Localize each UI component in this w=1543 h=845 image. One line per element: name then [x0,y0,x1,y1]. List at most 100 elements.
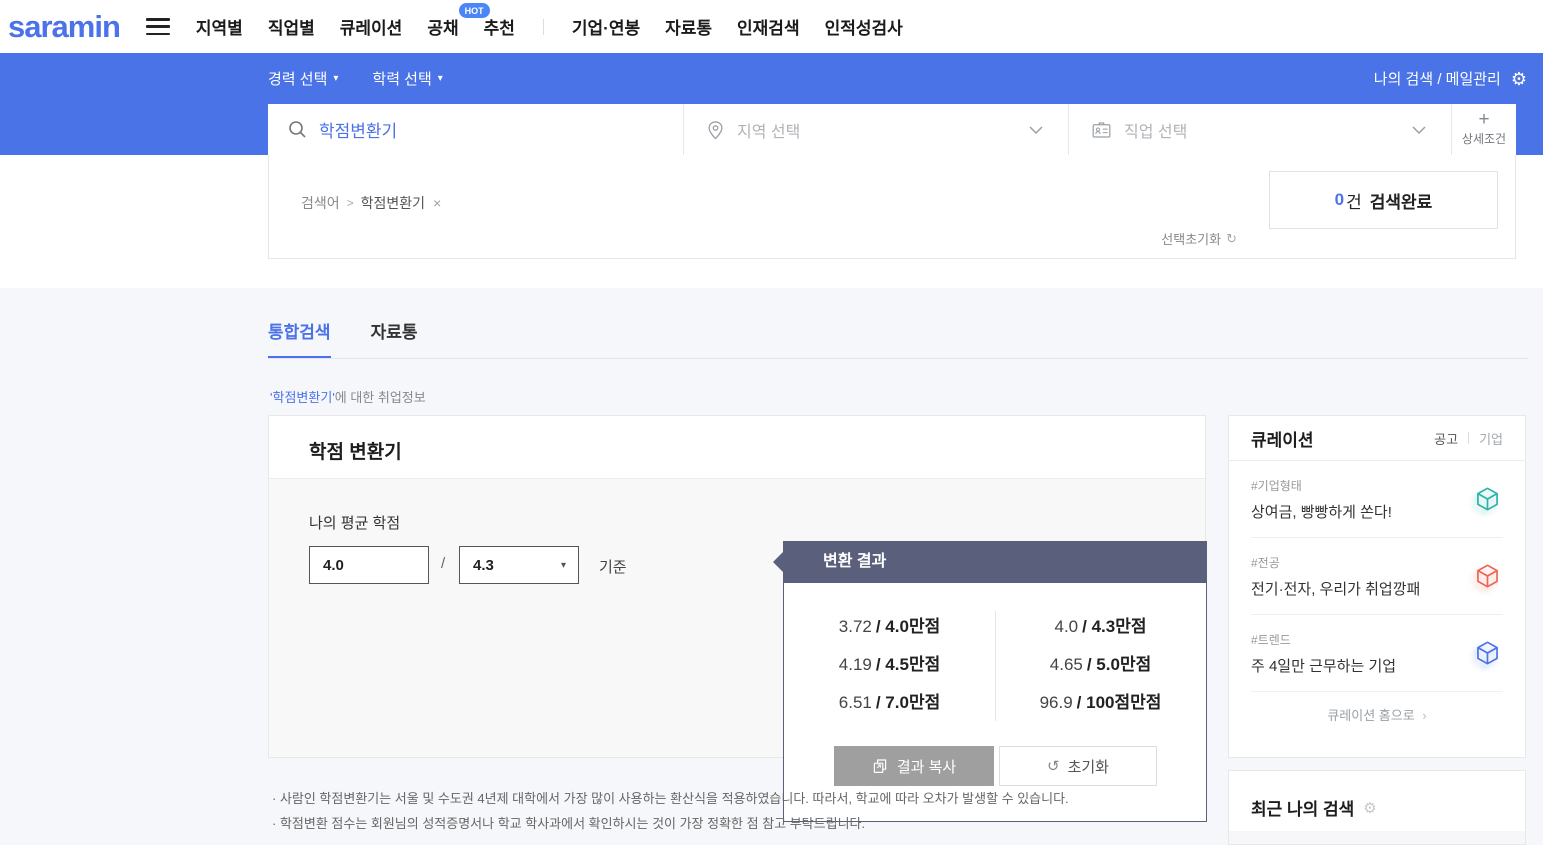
breadcrumb-term: 학점변환기 [361,193,425,213]
nav-item-recommend[interactable]: 추천 [484,14,515,39]
remove-term-icon[interactable]: × [433,195,441,211]
region-select[interactable]: 지역 선택 [683,104,1068,155]
search-term-breadcrumb: 검색어 > 학점변환기 × [301,193,441,213]
curation-filter-divider [1468,432,1469,444]
search-icon [288,120,307,139]
converter-footnotes: · 사람인 학점변환기는 서울 및 수도권 4년제 대학에서 가장 많이 사용하… [272,786,1172,836]
curation-item-major[interactable]: #전공 전기·전자, 우리가 취업깡패 [1251,538,1503,615]
gpa-slash: / [441,555,445,572]
nav-item-openings-label: 공채 [427,19,458,38]
chevron-down-icon [1411,125,1427,135]
curation-card: 큐레이션 공고 기업 #기업형태 상여금, 빵빵하게 쏜다! # [1228,415,1526,758]
top-navigation: saramin 지역별 직업별 큐레이션 공채 HOT 추천 기업·연봉 자료통… [0,0,1543,53]
curation-item-title: 주 4일만 근무하는 기업 [1251,655,1503,676]
id-badge-icon [1091,120,1112,140]
keyword-search-field[interactable] [268,104,683,155]
result-count-unit: 건 [1346,188,1362,213]
job-select[interactable]: 직업 선택 [1068,104,1451,155]
page: saramin 지역별 직업별 큐레이션 공채 HOT 추천 기업·연봉 자료통… [0,0,1543,845]
gear-icon[interactable]: ⚙ [1363,799,1376,817]
job-placeholder: 직업 선택 [1124,118,1187,142]
nav-item-company-salary[interactable]: 기업·연봉 [572,14,640,39]
education-select-dropdown[interactable]: 학력 선택 ▾ [372,68,442,89]
gpa-scale-value: 4.3 [473,557,494,574]
curation-item-title: 전기·전자, 우리가 취업깡패 [1251,578,1503,599]
cube-icon [1474,486,1501,513]
gpa-converter-card: 학점 변환기 나의 평균 학점 / 4.3 ▾ 기준 변환 결과 3.72/ 4… [268,415,1206,758]
result-value: 3.72 [839,617,872,636]
nav-item-job[interactable]: 직업별 [268,14,315,39]
breadcrumb-label: 검색어 [301,193,340,213]
search-complete-button[interactable]: 0 건 검색완료 [1269,171,1498,229]
detail-conditions-label: 상세조건 [1462,130,1506,147]
my-search-mail-link[interactable]: 나의 검색 / 메일관리 [1374,68,1501,89]
recent-search-title: 최근 나의 검색 [1251,795,1354,820]
result-4.5-scale: 4.19/ 4.5만점 [784,646,995,684]
detail-conditions-button[interactable]: + 상세조건 [1451,104,1516,155]
cube-icon [1474,563,1501,590]
curation-item-company-type[interactable]: #기업형태 상여금, 빵빵하게 쏜다! [1251,461,1503,538]
tab-resources[interactable]: 자료통 [371,318,418,359]
converter-body: 나의 평균 학점 / 4.3 ▾ 기준 변환 결과 3.72/ 4.0만점 4.… [269,478,1205,757]
chevron-right-icon: › [1422,708,1426,723]
filter-row: 경력 선택 ▾ 학력 선택 ▾ 나의 검색 / 메일관리 ⚙ [268,53,1527,104]
curation-filter-notice[interactable]: 공고 [1434,429,1458,448]
result-7.0-scale: 6.51/ 7.0만점 [784,684,995,722]
chevron-down-icon: ▾ [561,560,566,571]
reset-converter-label: 초기화 [1068,756,1109,777]
footnote-line: · 학점변환 점수는 회원님의 성적증명서나 학교 학사과에서 확인하시는 것이… [272,811,1172,836]
chevron-down-icon: ▾ [438,73,443,84]
curation-tag: #기업형태 [1251,477,1503,494]
chevron-down-icon [1028,125,1044,135]
recent-search-list-area [1229,831,1525,844]
cube-icon [1474,640,1501,667]
hot-badge: HOT [459,3,490,18]
copy-result-label: 결과 복사 [897,756,956,777]
gpa-scale-select[interactable]: 4.3 ▾ [459,546,579,584]
copy-icon [872,758,888,774]
gear-icon[interactable]: ⚙ [1511,70,1527,88]
main-menu: 지역별 직업별 큐레이션 공채 HOT 추천 기업·연봉 자료통 인재검색 인적… [196,14,903,39]
search-filter-band: 경력 선택 ▾ 학력 선택 ▾ 나의 검색 / 메일관리 ⚙ [0,53,1543,155]
hamburger-menu-icon[interactable] [146,18,170,35]
selection-reset-button[interactable]: 선택초기화 ↻ [1161,229,1237,248]
curation-filter-company[interactable]: 기업 [1479,429,1503,448]
nav-divider [543,19,544,35]
curation-home-label: 큐레이션 홈으로 [1327,708,1414,723]
result-max: / 7.0만점 [876,693,940,712]
career-select-dropdown[interactable]: 경력 선택 ▾ [268,68,338,89]
gpa-basis-label: 기준 [599,556,627,577]
nav-item-aptitude-test[interactable]: 인적성검사 [825,14,903,39]
search-input[interactable] [319,120,619,140]
breadcrumb-separator: > [347,196,354,210]
search-summary-box: 검색어 > 학점변환기 × 0 건 검색완료 선택초기화 ↻ [268,155,1516,259]
result-value: 6.51 [839,693,872,712]
result-max: / 5.0만점 [1087,655,1151,674]
reset-converter-button[interactable]: ↺ 초기화 [999,746,1157,786]
nav-item-openings[interactable]: 공채 HOT [427,14,458,39]
copy-result-button[interactable]: 결과 복사 [834,746,994,786]
nav-item-curation[interactable]: 큐레이션 [340,14,403,39]
result-value: 96.9 [1040,693,1073,712]
nav-item-resources[interactable]: 자료통 [665,14,712,39]
nav-item-region[interactable]: 지역별 [196,14,243,39]
result-max: / 4.5만점 [876,655,940,674]
curation-items: #기업형태 상여금, 빵빵하게 쏜다! #전공 전기·전자, 우리가 취업깡패 [1229,461,1525,692]
result-100-scale: 96.9/ 100점만점 [995,684,1206,722]
curation-home-link[interactable]: 큐레이션 홈으로 › [1229,692,1525,740]
curation-header: 큐레이션 공고 기업 [1229,416,1525,461]
tab-integrated-search[interactable]: 통합검색 [268,318,331,359]
main-content: 통합검색 자료통 '학점변환기'에 대한 취업정보 학점 변환기 나의 평균 학… [0,288,1543,845]
gpa-value-input[interactable] [309,546,429,584]
plus-icon: + [1478,112,1489,128]
search-box: 지역 선택 직업 선택 + [268,104,1516,155]
region-placeholder: 지역 선택 [737,118,800,142]
result-tabs: 통합검색 자료통 [268,318,417,359]
saramin-logo[interactable]: saramin [8,9,120,45]
location-pin-icon [706,120,725,140]
nav-item-talent-search[interactable]: 인재검색 [737,14,800,39]
subtitle-term: '학점변환기' [270,390,335,405]
result-column-divider [995,611,996,721]
chevron-down-icon: ▾ [333,73,338,84]
curation-item-trend[interactable]: #트렌드 주 4일만 근무하는 기업 [1251,615,1503,692]
